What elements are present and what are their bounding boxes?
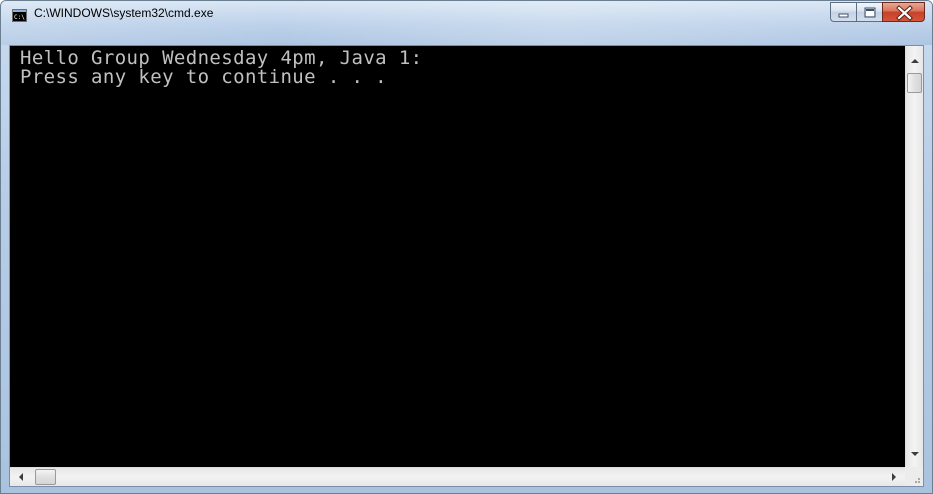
- scroll-right-icon[interactable]: [886, 469, 902, 485]
- horizontal-scrollbar[interactable]: [10, 467, 905, 486]
- svg-text:C:\: C:\: [14, 14, 25, 21]
- horizontal-scroll-thumb[interactable]: [35, 469, 56, 485]
- vertical-scroll-thumb[interactable]: [907, 73, 922, 93]
- caption-buttons: [830, 2, 925, 22]
- scroll-left-icon[interactable]: [13, 469, 29, 485]
- minimize-icon: [838, 13, 849, 18]
- scroll-up-icon[interactable]: [907, 53, 923, 69]
- cmd-icon[interactable]: C:\: [12, 9, 27, 22]
- resize-grip[interactable]: [905, 467, 923, 486]
- maximize-icon: [864, 7, 876, 18]
- window-title: C:\WINDOWS\system32\cmd.exe: [34, 6, 214, 20]
- vertical-scrollbar[interactable]: [905, 46, 923, 468]
- maximize-button[interactable]: [856, 2, 882, 22]
- console-line: Press any key to continue . . .: [20, 66, 388, 88]
- close-button[interactable]: [882, 2, 925, 22]
- console-output[interactable]: Hello Group Wednesday 4pm, Java 1: Press…: [10, 46, 905, 468]
- minimize-button[interactable]: [830, 2, 856, 22]
- title-bar[interactable]: C:\ C:\WINDOWS\system32\cmd.exe: [1, 1, 932, 45]
- console-area[interactable]: Hello Group Wednesday 4pm, Java 1: Press…: [9, 45, 924, 487]
- console-window: C:\ C:\WINDOWS\system32\cmd.exe Hello Gr…: [0, 0, 933, 494]
- close-icon: [896, 5, 913, 21]
- resize-grip-icon: [915, 478, 920, 483]
- scroll-down-icon[interactable]: [907, 446, 923, 462]
